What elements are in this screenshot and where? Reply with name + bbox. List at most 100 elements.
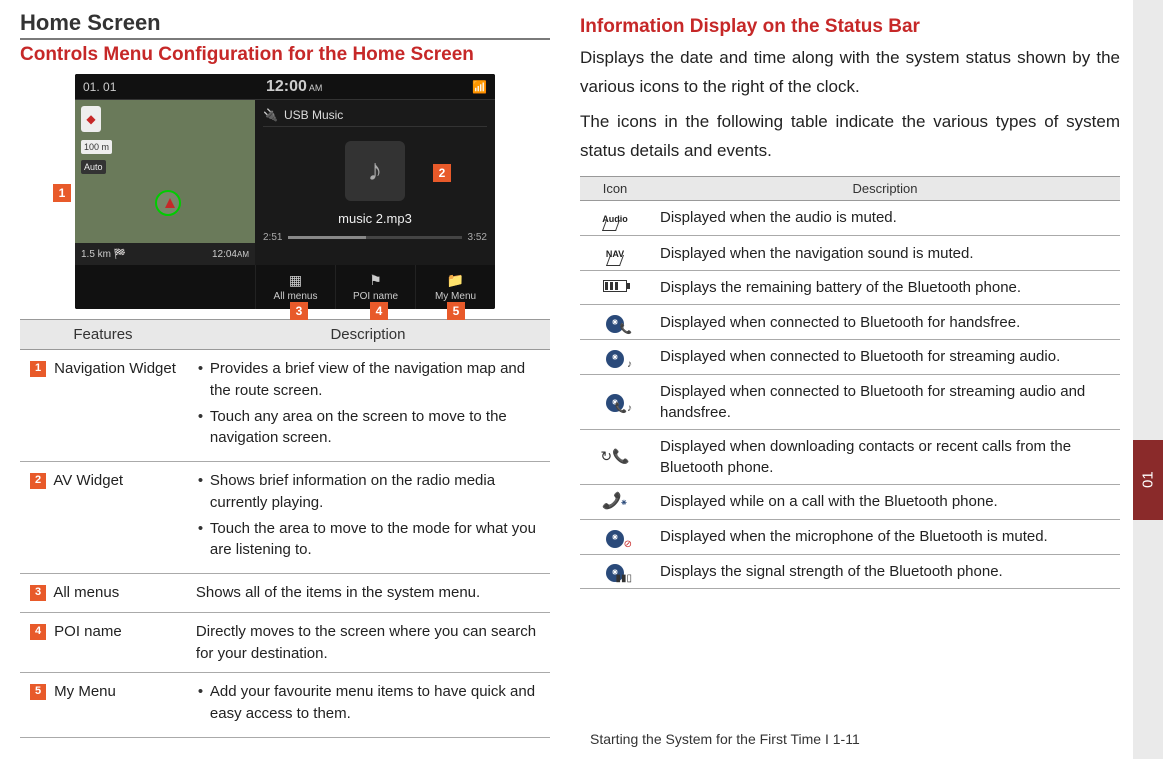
bt-mic-mute-icon: ⁕⊘ [606, 530, 624, 548]
status-ampm: AM [309, 83, 323, 93]
table-row: ⁕♪ Displayed when connected to Bluetooth… [580, 339, 1120, 374]
features-head: Features [20, 320, 186, 350]
battery-icon [603, 280, 627, 292]
row-bullet: Touch any area on the screen to move to … [196, 406, 540, 450]
nav-widget: ◆ 100 m Auto 1.5 km 🏁 12:04AM [75, 100, 255, 265]
music-note-icon: ♪ [345, 141, 405, 201]
screenshot-bottom-menu: ▦ All menus ⚑ POI name 📁 My Menu [75, 265, 495, 309]
table-row: 📞⁕ Displayed while on a call with the Bl… [580, 484, 1120, 519]
row-num: 3 [30, 585, 46, 601]
icon-head: Icon [580, 176, 650, 200]
icon-desc: Displayed when connected to Bluetooth fo… [650, 374, 1120, 429]
nav-position-icon [155, 190, 181, 216]
icon-table: Icon Description Audio Displayed when th… [580, 176, 1120, 590]
row-num: 4 [30, 624, 46, 640]
table-row: ↻📞 Displayed when downloading contacts o… [580, 429, 1120, 484]
features-table: Features Description 1 Navigation Widget… [20, 319, 550, 738]
icon-desc: Displayed when the microphone of the Blu… [650, 519, 1120, 554]
bt-download-icon: ↻📞 [600, 448, 629, 464]
nav-time-ampm: AM [237, 250, 249, 259]
table-row: ⁕📞 Displayed when connected to Bluetooth… [580, 305, 1120, 340]
menu1-label: All menus [274, 291, 318, 302]
icon-desc: Displayed when downloading contacts or r… [650, 429, 1120, 484]
table-row: 1 Navigation Widget Provides a brief vie… [20, 350, 550, 462]
table-row: ⁕📞♪ Displayed when connected to Bluetoot… [580, 374, 1120, 429]
callout-4: 4 [370, 302, 388, 320]
row-bullet: Shows brief information on the radio med… [196, 470, 540, 514]
row-num: 1 [30, 361, 46, 377]
usb-icon: 🔌 [263, 108, 278, 122]
row-text: Shows all of the items in the system men… [186, 574, 550, 613]
table-row: 2 AV Widget Shows brief information on t… [20, 462, 550, 574]
nav-bottom-bar: 1.5 km 🏁 12:04AM [75, 243, 255, 265]
nav-scale: 100 m [81, 140, 112, 154]
compass-icon: ◆ [81, 106, 101, 132]
subtitle: Controls Menu Configuration for the Home… [20, 44, 550, 66]
grid-icon: ▦ [289, 272, 302, 289]
icon-desc: Displayed when the navigation sound is m… [650, 235, 1120, 270]
flag-icon: ⚑ [369, 272, 382, 289]
right-para1: Displays the date and time along with th… [580, 44, 1120, 102]
folder-icon: 📁 [447, 272, 464, 289]
nav-mute-icon: NAV [600, 244, 630, 264]
audio-mute-icon: Audio [600, 209, 630, 229]
table-row: 5 My Menu Add your favourite menu items … [20, 673, 550, 738]
row-name: POI name [54, 623, 122, 640]
page-footer: Starting the System for the First Time I… [590, 731, 860, 747]
left-column: Home Screen Controls Menu Configuration … [20, 10, 550, 720]
table-row: 3 All menus Shows all of the items in th… [20, 574, 550, 613]
bt-handsfree-icon: ⁕📞 [606, 315, 624, 333]
av-track: music 2.mp3 [263, 211, 487, 226]
right-para2: The icons in the following table indicat… [580, 108, 1120, 166]
table-row: ⁕⊘ Displayed when the microphone of the … [580, 519, 1120, 554]
callout-1: 1 [53, 184, 71, 202]
icon-desc: Displayed when the audio is muted. [650, 200, 1120, 235]
page-body: Home Screen Controls Menu Configuration … [0, 0, 1163, 720]
icon-desc: Displays the remaining battery of the Bl… [650, 271, 1120, 305]
row-bullet: Provides a brief view of the navigation … [196, 358, 540, 402]
table-row: Displays the remaining battery of the Bl… [580, 271, 1120, 305]
right-title: Information Display on the Status Bar [580, 16, 1120, 38]
icon-desc-head: Description [650, 176, 1120, 200]
row-name: AV Widget [53, 472, 123, 489]
row-num: 2 [30, 473, 46, 489]
row-num: 5 [30, 684, 46, 700]
row-text: Directly moves to the screen where you c… [186, 612, 550, 673]
bt-call-icon: 📞 [602, 491, 622, 513]
row-name: My Menu [54, 683, 116, 700]
av-elapsed: 2:51 [263, 232, 282, 243]
nav-auto: Auto [81, 160, 106, 174]
status-date: 01. 01 [83, 80, 116, 94]
row-bullet: Touch the area to move to the mode for w… [196, 518, 540, 562]
icon-desc: Displayed while on a call with the Bluet… [650, 484, 1120, 519]
nav-time: 12:04 [212, 249, 237, 260]
table-row: 4 POI name Directly moves to the screen … [20, 612, 550, 673]
icon-desc: Displayed when connected to Bluetooth fo… [650, 339, 1120, 374]
row-name: All menus [53, 584, 119, 601]
screenshot-status-bar: 01. 01 12:00 AM 📶 [75, 74, 495, 100]
table-row: Audio Displayed when the audio is muted. [580, 200, 1120, 235]
home-screenshot: 01. 01 12:00 AM 📶 ◆ 100 m Auto 1.5 km [75, 74, 495, 309]
icon-desc: Displayed when connected to Bluetooth fo… [650, 305, 1120, 340]
status-time: 12:00 [266, 78, 307, 96]
description-head: Description [186, 320, 550, 350]
progress-bar [288, 236, 461, 239]
table-row: ⁕▮▮▯ Displays the signal strength of the… [580, 554, 1120, 589]
row-name: Navigation Widget [54, 360, 176, 377]
bt-both-icon: ⁕📞♪ [606, 394, 624, 412]
av-total: 3:52 [468, 232, 487, 243]
right-column: Information Display on the Status Bar Di… [580, 10, 1120, 720]
av-source: USB Music [284, 108, 343, 122]
menu3-label: My Menu [435, 291, 476, 302]
table-row: NAV Displayed when the navigation sound … [580, 235, 1120, 270]
nav-dist: 1.5 km [81, 249, 111, 260]
wifi-icon: 📶 [472, 80, 487, 94]
section-title: Home Screen [20, 10, 550, 40]
av-widget: 🔌 USB Music ♪ music 2.mp3 2:51 3:52 [255, 100, 495, 265]
callout-3: 3 [290, 302, 308, 320]
icon-desc: Displays the signal strength of the Blue… [650, 554, 1120, 589]
row-bullet: Add your favourite menu items to have qu… [196, 681, 540, 725]
callout-2: 2 [433, 164, 451, 182]
bt-signal-icon: ⁕▮▮▯ [606, 564, 624, 582]
bt-audio-icon: ⁕♪ [606, 350, 624, 368]
